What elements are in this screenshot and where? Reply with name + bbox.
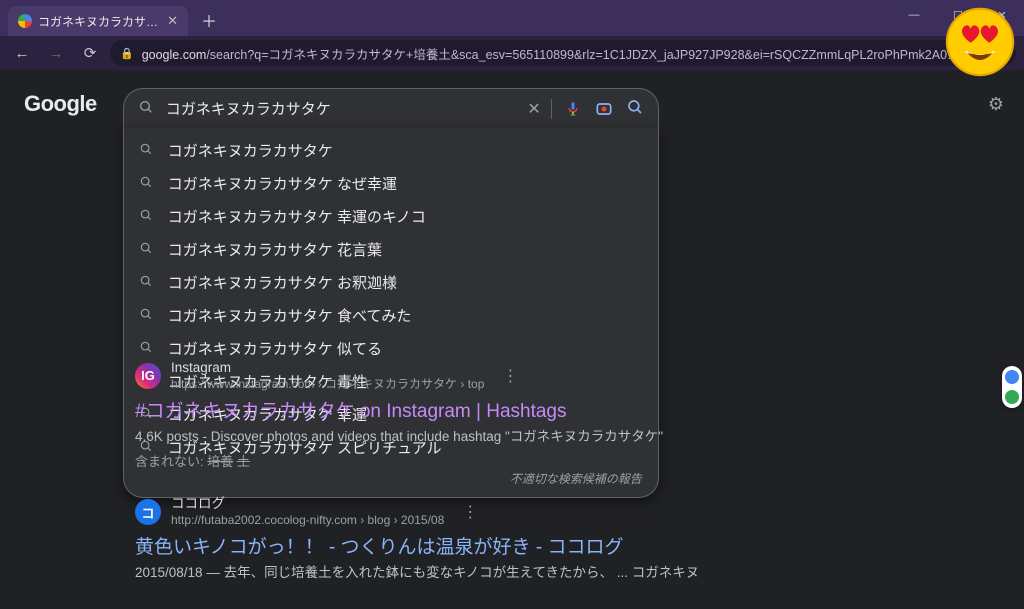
suggestion-item[interactable]: コガネキヌカラカサタケ [124, 134, 658, 167]
result-favicon: コ [135, 499, 161, 525]
google-page: Google ✕ コガネキヌカラカサタケコガネキヌカラカサタケ なぜ幸運コガネキ… [0, 70, 1024, 546]
search-icon [138, 142, 154, 159]
result-title-link[interactable]: #コガネキヌカラカサタケ on Instagram | Hashtags [135, 396, 775, 423]
suggestion-text: コガネキヌカラカサタケ 食べてみた [168, 305, 412, 326]
lens-search-icon[interactable] [594, 99, 614, 119]
nav-reload-button[interactable]: ⟳ [76, 39, 104, 67]
suggestion-text: コガネキヌカラカサタケ 花言葉 [168, 239, 382, 260]
tab-title: コガネキヌカラカサタケ 培養土 - Go… [38, 13, 161, 30]
result-menu-icon[interactable]: ⋮ [462, 502, 478, 522]
window-minimize-button[interactable]: — [892, 0, 936, 30]
suggestion-text: コガネキヌカラカサタケ 似てる [168, 338, 382, 359]
suggestion-text: コガネキヌカラカサタケ [168, 140, 333, 161]
lock-icon: 🔒 [120, 47, 134, 60]
heart-eyes-emoji-overlay [944, 6, 1016, 78]
suggestion-item[interactable]: コガネキヌカラカサタケ お釈迦様 [124, 266, 658, 299]
nav-back-button[interactable]: ← [8, 39, 36, 67]
settings-gear-icon[interactable]: ⚙ [988, 94, 1004, 115]
result-url: https://www.instagram.com › コガネキヌカラカサタケ … [171, 377, 484, 392]
search-result: IG Instagramhttps://www.instagram.com › コ… [135, 360, 775, 470]
browser-toolbar: ← → ⟳ 🔒 google.com/search?q=コガネキヌカラカサタケ+… [0, 36, 1024, 70]
search-button-icon[interactable] [626, 98, 644, 120]
suggestion-item[interactable]: コガネキヌカラカサタケ 幸運のキノコ [124, 200, 658, 233]
search-icon [138, 241, 154, 258]
widget-button-1[interactable] [1005, 370, 1019, 384]
side-floating-widget [1002, 366, 1022, 408]
suggestion-item[interactable]: コガネキヌカラカサタケ 花言葉 [124, 233, 658, 266]
search-results: IG Instagramhttps://www.instagram.com › コ… [135, 360, 775, 609]
widget-button-2[interactable] [1005, 390, 1019, 404]
result-site: Instagram [171, 360, 484, 377]
search-icon [138, 307, 154, 324]
suggestion-text: コガネキヌカラカサタケ 幸運のキノコ [168, 206, 426, 227]
result-snippet: 4.6K posts - Discover photos and videos … [135, 427, 775, 447]
suggestion-text: コガネキヌカラカサタケ なぜ幸運 [168, 173, 397, 194]
google-logo[interactable]: Google [24, 91, 97, 117]
tab-favicon [18, 14, 32, 28]
browser-tab[interactable]: コガネキヌカラカサタケ 培養土 - Go… ✕ [8, 6, 188, 36]
new-tab-button[interactable]: ＋ [198, 9, 220, 31]
result-url: http://futaba2002.cocolog-nifty.com › bl… [171, 513, 444, 528]
search-icon [138, 208, 154, 225]
search-icon [138, 340, 154, 357]
result-favicon: IG [135, 363, 161, 389]
suggestion-text: コガネキヌカラカサタケ お釈迦様 [168, 272, 397, 293]
address-url: google.com/search?q=コガネキヌカラカサタケ+培養土&sca_… [142, 44, 968, 63]
result-site: ココログ [171, 496, 444, 513]
search-input[interactable] [166, 100, 516, 117]
nav-forward-button[interactable]: → [42, 39, 70, 67]
search-icon [138, 175, 154, 192]
suggestion-item[interactable]: コガネキヌカラカサタケ 食べてみた [124, 299, 658, 332]
suggestion-item[interactable]: コガネキヌカラカサタケ なぜ幸運 [124, 167, 658, 200]
clear-icon[interactable]: ✕ [527, 99, 551, 119]
result-missing-terms: 含まれない: 培養 土 [135, 451, 775, 470]
voice-search-icon[interactable] [564, 100, 582, 118]
search-result: コココログhttp://futaba2002.cocolog-nifty.com… [135, 496, 775, 583]
result-menu-icon[interactable]: ⋮ [502, 366, 518, 386]
result-snippet: 2015/08/18 — 去年、同じ培養土を入れた鉢にも変なキノコが生えてきたか… [135, 563, 775, 583]
search-icon [138, 99, 154, 119]
search-box: ✕ [123, 88, 659, 128]
search-icon [138, 274, 154, 291]
browser-titlebar: コガネキヌカラカサタケ 培養土 - Go… ✕ ＋ — ☐ ✕ [0, 0, 1024, 36]
tab-close-icon[interactable]: ✕ [167, 13, 178, 29]
address-bar[interactable]: 🔒 google.com/search?q=コガネキヌカラカサタケ+培養土&sc… [110, 40, 1016, 66]
